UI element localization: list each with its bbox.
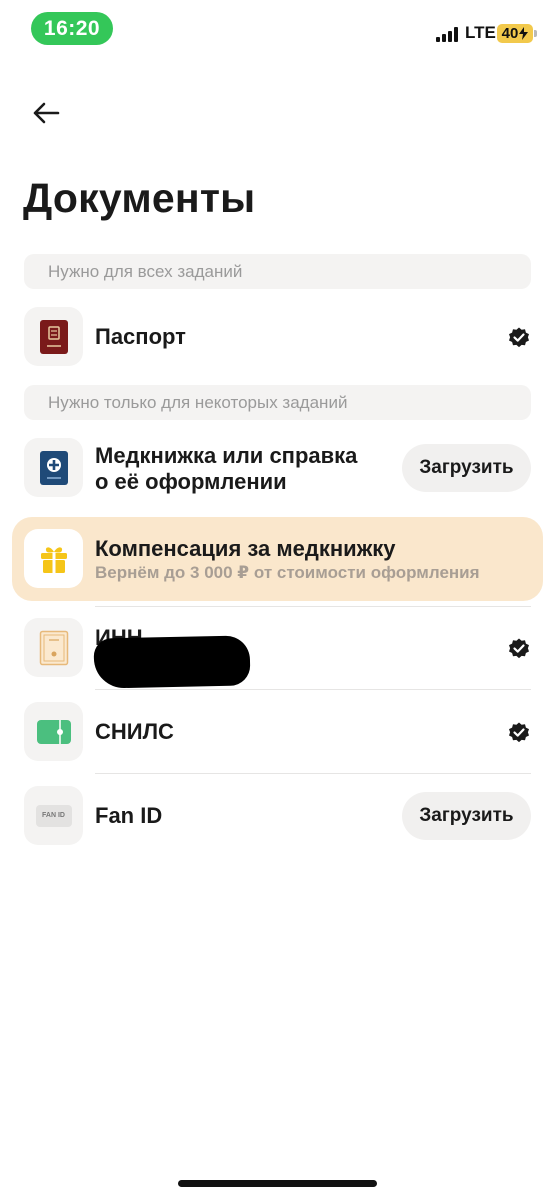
verified-check-icon <box>509 638 529 659</box>
medbook-icon <box>24 438 83 497</box>
document-row-fan-id[interactable]: FAN ID Fan ID Загрузить <box>0 786 555 846</box>
redacted-inn-number <box>93 635 251 689</box>
document-row-inn[interactable]: ИНН <box>0 618 555 678</box>
document-title-passport: Паспорт <box>95 324 186 349</box>
passport-icon <box>24 307 83 366</box>
snils-card-icon <box>24 702 83 761</box>
section-header-required-all: Нужно для всех заданий <box>24 254 531 289</box>
document-title-fan-id: Fan ID <box>95 803 163 828</box>
document-row-passport[interactable]: Паспорт <box>0 307 555 367</box>
promo-title: Компенсация за медкнижку <box>95 536 396 561</box>
battery-level: 40 <box>501 25 519 42</box>
divider <box>95 606 531 607</box>
document-row-medbook[interactable]: Медкнижка или справка о её оформлении За… <box>0 438 555 498</box>
verified-check-icon <box>509 722 529 743</box>
network-type: LTE <box>465 23 496 42</box>
status-time: 16:20 <box>31 12 113 45</box>
promo-subtitle: Вернём до 3 000 ₽ от стоимости оформлени… <box>95 563 480 582</box>
divider <box>95 689 531 690</box>
document-title-snils: СНИЛС <box>95 719 174 744</box>
medbook-compensation-banner[interactable]: Компенсация за медкнижку Вернём до 3 000… <box>12 517 543 601</box>
document-row-snils[interactable]: СНИЛС <box>0 702 555 762</box>
back-button[interactable] <box>26 94 66 132</box>
home-indicator <box>178 1180 377 1187</box>
signal-icon <box>436 27 460 42</box>
status-bar: 16:20 LTE 40 <box>0 0 555 60</box>
section-header-required-some: Нужно только для некоторых заданий <box>24 385 531 420</box>
fan-id-icon: FAN ID <box>24 786 83 845</box>
verified-check-icon <box>509 327 529 348</box>
charging-bolt-icon <box>519 27 529 40</box>
page-title: Документы <box>23 175 256 221</box>
document-title-medbook: Медкнижка или справка о её оформлении <box>95 443 358 494</box>
gift-icon <box>24 529 83 588</box>
battery-icon: 40 <box>497 24 537 43</box>
upload-medbook-button[interactable]: Загрузить <box>402 444 531 492</box>
divider <box>95 773 531 774</box>
arrow-left-icon <box>33 102 60 124</box>
inn-certificate-icon <box>24 618 83 677</box>
upload-fan-id-button[interactable]: Загрузить <box>402 792 531 840</box>
